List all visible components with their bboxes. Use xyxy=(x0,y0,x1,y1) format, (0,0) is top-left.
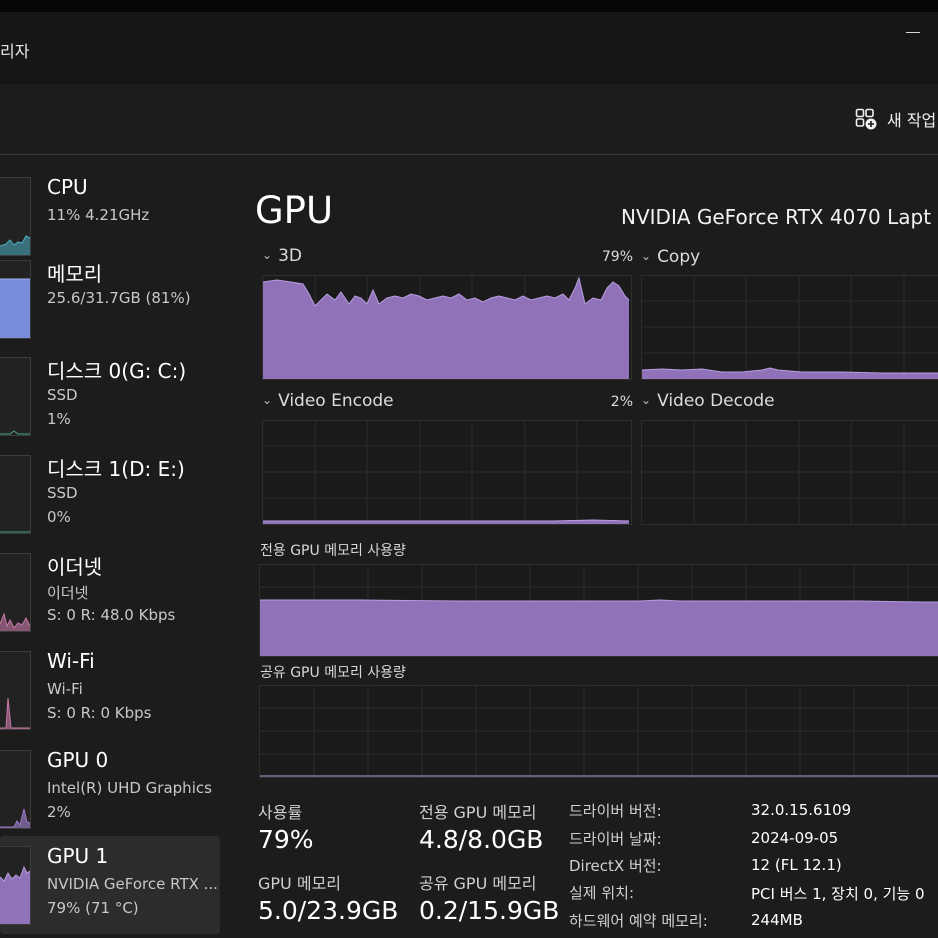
dedicated-memory-value: 4.8/8.0GB xyxy=(419,825,544,854)
engine-selector-video-encode[interactable]: ⌄ Video Encode xyxy=(262,391,394,411)
gpu-1-thumbnail-graph xyxy=(0,846,31,925)
wifi-thumbnail-graph xyxy=(0,651,31,730)
sidebar-item-name: GPU 0 xyxy=(47,748,109,772)
sidebar-item-gpu-1[interactable]: GPU 1 NVIDIA GeForce RTX ... 79% (71 °C) xyxy=(0,836,220,934)
gpu-memory-label: GPU 메모리 xyxy=(258,874,342,893)
page-title: GPU xyxy=(255,189,334,232)
driver-date-value: 2024-09-05 xyxy=(751,829,839,847)
reserved-memory-label: 하드웨어 예약 메모리: xyxy=(569,912,708,930)
shared-memory-value: 0.2/15.9GB xyxy=(419,896,560,925)
new-task-label: 새 작업 xyxy=(887,111,937,130)
chevron-down-icon: ⌄ xyxy=(262,393,273,407)
sidebar-item-adapter: Wi-Fi xyxy=(47,680,83,698)
engine-label: Video Encode xyxy=(278,391,394,411)
sidebar-item-adapter: NVIDIA GeForce RTX ... xyxy=(47,875,218,893)
sidebar-item-ethernet[interactable]: 이더넷 이더넷 S: 0 R: 48.0 Kbps xyxy=(0,543,220,641)
gpu-detail-panel: GPU NVIDIA GeForce RTX 4070 Lapt ⌄ 3D 79%… xyxy=(240,167,938,938)
sidebar-item-gpu-0[interactable]: GPU 0 Intel(R) UHD Graphics 2% xyxy=(0,740,220,838)
sidebar-item-detail: 0% xyxy=(47,508,71,526)
engine-percent: 2% xyxy=(610,394,633,410)
ethernet-thumbnail-graph xyxy=(0,553,31,632)
title-bar: 리자 xyxy=(0,12,938,84)
new-task-icon xyxy=(855,108,877,130)
sidebar-item-name: CPU xyxy=(47,175,88,199)
utilization-value: 79% xyxy=(258,825,314,854)
sidebar-item-detail: S: 0 R: 0 Kbps xyxy=(47,704,152,722)
chevron-down-icon: ⌄ xyxy=(641,393,652,407)
sidebar-item-detail: 79% (71 °C) xyxy=(47,899,139,917)
physical-location-value: PCI 버스 1, 장치 0, 기능 0 xyxy=(751,885,925,903)
sidebar-item-adapter: Intel(R) UHD Graphics xyxy=(47,779,212,797)
minimize-button[interactable] xyxy=(906,32,920,33)
disk-0-thumbnail-graph xyxy=(0,357,31,436)
cpu-thumbnail-graph xyxy=(0,177,31,256)
dedicated-memory-label: 전용 GPU 메모리 xyxy=(419,803,537,822)
engine-selector-video-decode[interactable]: ⌄ Video Decode xyxy=(641,391,775,411)
sidebar-item-wifi[interactable]: Wi-Fi Wi-Fi S: 0 R: 0 Kbps xyxy=(0,641,220,739)
app-title: 리자 xyxy=(0,42,30,61)
engine-selector-3d[interactable]: ⌄ 3D xyxy=(262,246,302,266)
new-task-button[interactable]: 새 작업 xyxy=(855,107,936,131)
toolbar: 새 작업 xyxy=(0,84,938,155)
utilization-label: 사용률 xyxy=(258,803,303,822)
driver-date-label: 드라이버 날짜: xyxy=(569,830,662,848)
sidebar-item-detail: 2% xyxy=(47,803,71,821)
memory-thumbnail-graph xyxy=(0,260,31,339)
task-manager-window: 리자 새 작업 CPU 11% 4.21GHz 메모리 25.6/31.7GB … xyxy=(0,12,938,938)
sidebar-item-name: GPU 1 xyxy=(47,844,109,868)
disk-1-thumbnail-graph xyxy=(0,455,31,534)
gpu-model-name: NVIDIA GeForce RTX 4070 Lapt xyxy=(621,205,932,229)
driver-version-label: 드라이버 버전: xyxy=(569,802,662,820)
shared-memory-graph xyxy=(259,685,938,778)
sidebar-item-type: SSD xyxy=(47,386,78,404)
engine-graph-3d xyxy=(262,275,632,380)
reserved-memory-value: 244MB xyxy=(751,911,803,929)
shared-memory-graph-label: 공유 GPU 메모리 사용량 xyxy=(260,665,406,681)
physical-location-label: 실제 위치: xyxy=(569,884,635,902)
dedicated-memory-graph-label: 전용 GPU 메모리 사용량 xyxy=(260,543,406,559)
chevron-down-icon: ⌄ xyxy=(262,248,273,262)
gpu-memory-value: 5.0/23.9GB xyxy=(258,896,399,925)
chevron-down-icon: ⌄ xyxy=(641,249,652,263)
engine-graph-video-encode xyxy=(262,420,632,525)
sidebar-item-detail: 25.6/31.7GB (81%) xyxy=(47,289,191,307)
sidebar-item-detail: 1% xyxy=(47,410,71,428)
sidebar-item-detail: S: 0 R: 48.0 Kbps xyxy=(47,606,176,624)
sidebar-item-name: 디스크 1(D: E:) xyxy=(47,457,185,481)
directx-version-label: DirectX 버전: xyxy=(569,857,662,875)
sidebar-item-memory[interactable]: 메모리 25.6/31.7GB (81%) xyxy=(0,250,220,348)
sidebar-item-disk-1[interactable]: 디스크 1(D: E:) SSD 0% xyxy=(0,445,220,543)
shared-memory-label: 공유 GPU 메모리 xyxy=(419,874,537,893)
sidebar-item-name: 메모리 xyxy=(47,262,103,286)
engine-label: 3D xyxy=(278,246,302,266)
gpu-0-thumbnail-graph xyxy=(0,750,31,829)
engine-label: Video Decode xyxy=(657,391,775,411)
sidebar-item-adapter: 이더넷 xyxy=(47,584,89,602)
engine-graph-copy xyxy=(641,275,938,380)
sidebar-item-type: SSD xyxy=(47,484,78,502)
directx-version-value: 12 (FL 12.1) xyxy=(751,856,842,874)
driver-version-value: 32.0.15.6109 xyxy=(751,801,852,819)
engine-label: Copy xyxy=(657,247,701,267)
engine-graph-video-decode xyxy=(641,420,938,525)
engine-selector-copy[interactable]: ⌄ Copy xyxy=(641,247,700,267)
sidebar-item-name: 이더넷 xyxy=(47,555,103,579)
engine-percent: 79% xyxy=(601,249,633,265)
sidebar-item-detail: 11% 4.21GHz xyxy=(47,206,150,224)
sidebar-item-name: Wi-Fi xyxy=(47,649,95,673)
sidebar-item-disk-0[interactable]: 디스크 0(G: C:) SSD 1% xyxy=(0,347,220,445)
dedicated-memory-graph xyxy=(259,564,938,657)
performance-sidebar: CPU 11% 4.21GHz 메모리 25.6/31.7GB (81%) 디스… xyxy=(0,167,220,938)
sidebar-item-name: 디스크 0(G: C:) xyxy=(47,359,187,383)
